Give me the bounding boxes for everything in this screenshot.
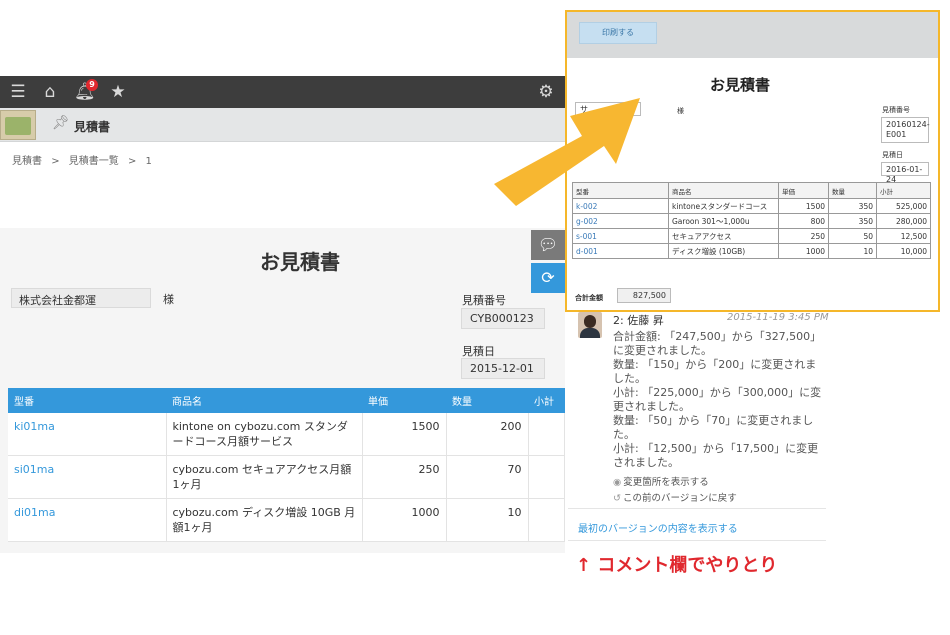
row-price: 1000 bbox=[362, 498, 447, 542]
row-price: 250 bbox=[362, 455, 447, 499]
pv-row-subtotal: 10,000 bbox=[876, 243, 931, 259]
pv-row-subtotal: 12,500 bbox=[876, 228, 931, 244]
change-line: 小計: 「225,000」から「300,000」に変更されました。 bbox=[613, 386, 822, 413]
divider bbox=[568, 540, 826, 541]
pv-row-qty: 350 bbox=[828, 198, 877, 214]
row-name: cybozu.com セキュアアクセス月額1ヶ月 bbox=[166, 455, 363, 499]
change-line: 数量: 「150」から「200」に変更されました。 bbox=[613, 358, 817, 385]
highlight-arrow bbox=[494, 98, 640, 206]
comment-timestamp: 2015-11-19 3:45 PM bbox=[727, 312, 829, 323]
preview-doc-title: お見積書 bbox=[710, 76, 771, 94]
row-name: kintone on cybozu.com スタンダードコース月額サービス bbox=[166, 413, 363, 456]
app-icon[interactable] bbox=[0, 110, 36, 140]
print-button[interactable]: 印刷する bbox=[579, 22, 657, 44]
quote-date-label: 見積日 bbox=[462, 345, 495, 358]
pv-row-qty: 50 bbox=[828, 228, 877, 244]
pin-icon[interactable]: 📌︎ bbox=[52, 115, 70, 133]
change-line: 合計金額: 「247,500」から「327,500」に変更されました。 bbox=[613, 330, 822, 357]
pv-row-subtotal: 525,000 bbox=[876, 198, 931, 214]
record-doc-title: お見積書 bbox=[260, 250, 340, 274]
pv-row-code[interactable]: d-001 bbox=[572, 243, 669, 259]
arrow-shape bbox=[494, 98, 640, 206]
quote-number-field: CYB000123 bbox=[461, 308, 545, 329]
divider bbox=[568, 508, 826, 509]
table-row: s-001 セキュアアクセス 250 50 12,500 bbox=[572, 228, 931, 244]
honorific-label: 様 bbox=[163, 293, 174, 306]
pv-row-name: kintoneスタンダードコース bbox=[668, 198, 779, 214]
comment-body: 合計金額: 「247,500」から「327,500」に変更されました。 数量: … bbox=[613, 330, 823, 470]
col-header-price: 単価 bbox=[362, 388, 446, 413]
breadcrumb-app[interactable]: 見積書 bbox=[12, 156, 42, 167]
quote-number-label: 見積番号 bbox=[462, 294, 506, 307]
breadcrumb-list[interactable]: 見積書一覧 bbox=[69, 156, 119, 167]
pv-row-name: Garoon 301～1,000u bbox=[668, 213, 779, 229]
quote-items-table: 型番 商品名 単価 数量 小計 ki01ma kintone on cybozu… bbox=[8, 388, 565, 542]
change-line: 数量: 「50」から「70」に変更されました。 bbox=[613, 414, 814, 441]
col-header-qty: 数量 bbox=[446, 388, 528, 413]
pv-col-header-name: 商品名 bbox=[668, 182, 779, 199]
preview-total-field: 827,500 bbox=[617, 288, 671, 303]
preview-quote-date-label: 見積日 bbox=[882, 151, 903, 159]
pv-col-header-subtotal: 小計 bbox=[876, 182, 931, 199]
customer-field: 株式会社金都運 bbox=[11, 288, 151, 308]
top-nav-bar: ☰ ⌂ 🔔︎ ★ ⚙ bbox=[0, 76, 565, 108]
pv-row-price: 800 bbox=[778, 213, 829, 229]
annotation-text: ↑ コメント欄でやりとり bbox=[576, 555, 778, 576]
pv-col-header-price: 単価 bbox=[778, 182, 829, 199]
pv-row-price: 1500 bbox=[778, 198, 829, 214]
pv-row-code[interactable]: s-001 bbox=[572, 228, 669, 244]
star-icon[interactable]: ★ bbox=[108, 82, 128, 102]
menu-icon[interactable]: ☰ bbox=[8, 82, 28, 102]
preview-honorific: 様 bbox=[677, 107, 684, 115]
preview-quote-date-field: 2016-01-24 bbox=[881, 162, 929, 184]
comment-icon: 💬︎ bbox=[537, 235, 559, 254]
breadcrumb-record: 1 bbox=[145, 156, 152, 167]
row-qty: 10 bbox=[446, 498, 529, 542]
row-code[interactable]: ki01ma bbox=[8, 413, 167, 456]
row-subtotal bbox=[528, 413, 565, 456]
table-row: d-001 ディスク増設 (10GB) 1000 10 10,000 bbox=[572, 243, 931, 259]
row-subtotal bbox=[528, 455, 565, 499]
home-icon[interactable]: ⌂ bbox=[40, 82, 60, 102]
row-subtotal bbox=[528, 498, 565, 542]
notification-badge: 9 bbox=[86, 79, 98, 91]
revert-icon: ↺ bbox=[613, 493, 621, 504]
quote-date-field: 2015-12-01 bbox=[461, 358, 545, 379]
pv-col-header-qty: 数量 bbox=[828, 182, 877, 199]
first-version-link[interactable]: 最初のバージョンの内容を表示する bbox=[578, 520, 738, 535]
preview-quote-no-field: 20160124-E001 bbox=[881, 117, 930, 143]
pv-row-name: セキュアアクセス bbox=[668, 228, 779, 244]
history-toggle-button[interactable]: ⟳ bbox=[531, 263, 565, 293]
row-code[interactable]: si01ma bbox=[8, 455, 167, 499]
col-header-code: 型番 bbox=[8, 388, 166, 413]
col-header-name: 商品名 bbox=[166, 388, 362, 413]
change-line: 小計: 「12,500」から「17,500」に変更されました。 bbox=[613, 442, 819, 469]
pv-row-qty: 10 bbox=[828, 243, 877, 259]
table-row: si01ma cybozu.com セキュアアクセス月額1ヶ月 250 70 bbox=[8, 455, 565, 499]
show-changes-link[interactable]: ◉ 変更箇所を表示する bbox=[613, 474, 709, 488]
history-icon: ⟳ bbox=[541, 268, 555, 287]
pv-row-name: ディスク増設 (10GB) bbox=[668, 243, 779, 259]
app-title: 見積書 bbox=[74, 120, 111, 134]
pv-row-subtotal: 280,000 bbox=[876, 213, 931, 229]
row-price: 1500 bbox=[362, 413, 447, 456]
comment-author[interactable]: 2: 佐藤 昇 bbox=[613, 312, 664, 328]
revert-version-link[interactable]: ↺ この前のバージョンに戻す bbox=[613, 490, 737, 504]
eye-icon: ◉ bbox=[613, 477, 622, 488]
row-code[interactable]: di01ma bbox=[8, 498, 167, 542]
row-qty: 70 bbox=[446, 455, 529, 499]
preview-quote-no-label: 見積番号 bbox=[882, 106, 910, 114]
pv-row-price: 250 bbox=[778, 228, 829, 244]
pv-row-price: 1000 bbox=[778, 243, 829, 259]
table-row: di01ma cybozu.com ディスク増設 10GB 月額1ヶ月 1000… bbox=[8, 498, 565, 542]
row-qty: 200 bbox=[446, 413, 529, 456]
avatar bbox=[578, 312, 602, 338]
col-header-subtotal: 小計 bbox=[528, 388, 565, 413]
pv-row-qty: 350 bbox=[828, 213, 877, 229]
comment-toggle-button[interactable]: 💬︎ bbox=[531, 230, 565, 260]
table-row: ki01ma kintone on cybozu.com スタンダードコース月額… bbox=[8, 413, 565, 456]
preview-total-label: 合計金額 bbox=[575, 294, 603, 302]
breadcrumb: 見積書 > 見積書一覧 > 1 bbox=[12, 156, 152, 167]
row-name: cybozu.com ディスク増設 10GB 月額1ヶ月 bbox=[166, 498, 363, 542]
